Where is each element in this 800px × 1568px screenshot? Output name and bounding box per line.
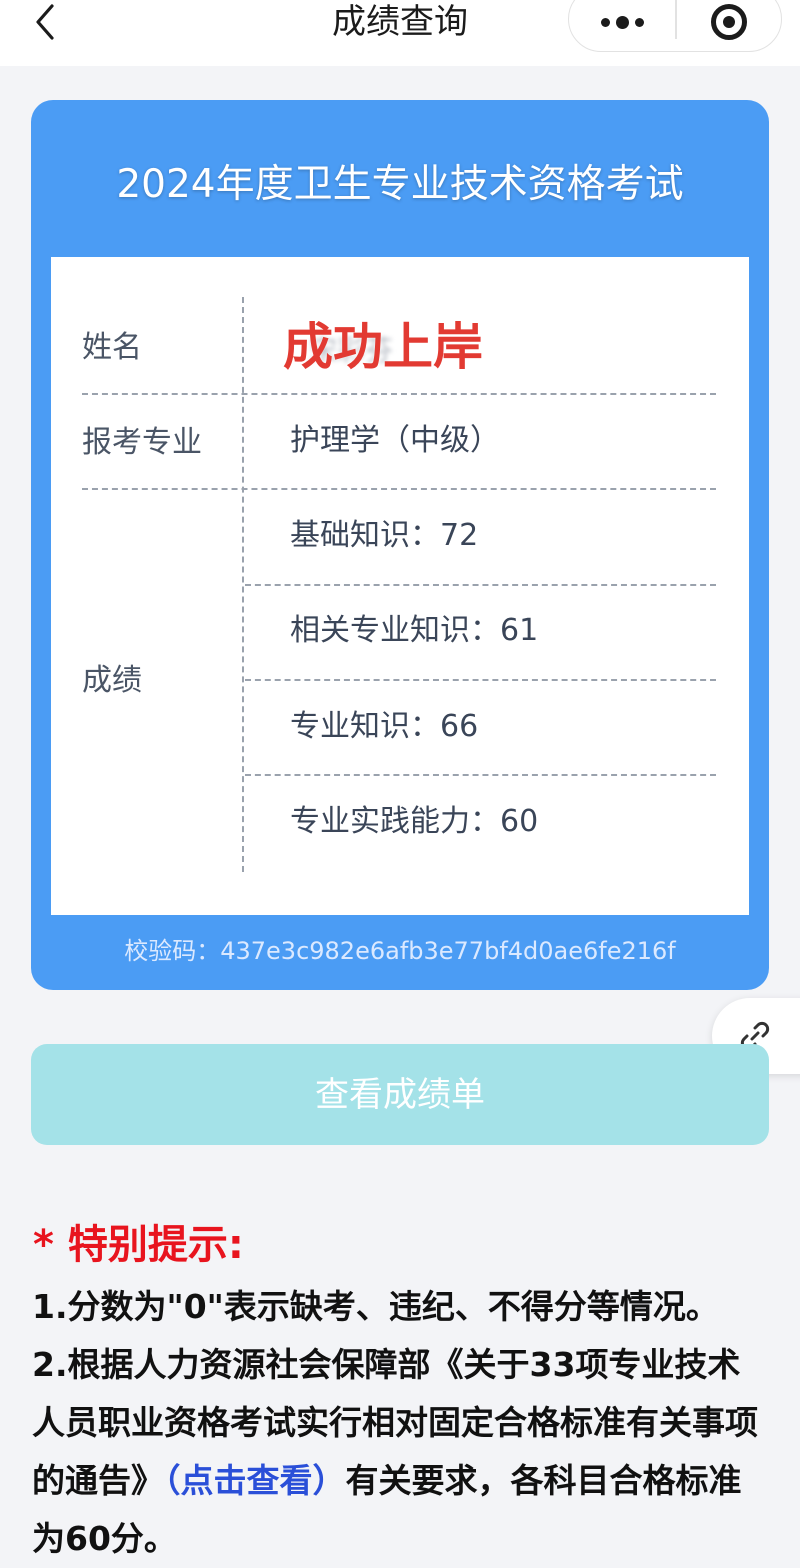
exam-title: 2024年度卫生专业技术资格考试 [116,162,684,207]
score-item: 专业知识：66 [290,709,479,744]
notice-body: 1.分数为"0"表示缺考、违纪、不得分等情况。 2.根据人力资源社会保障部《关于… [32,1278,762,1568]
row-divider [82,488,716,490]
column-divider [242,297,244,872]
checksum-text: 校验码：437e3c982e6afb3e77bf4d0ae6fe216f [124,937,676,965]
view-transcript-button[interactable]: 查看成绩单 [31,1044,769,1145]
major-label: 报考专业 [82,425,202,460]
score-item: 相关专业知识：61 [290,613,539,648]
target-close-icon [711,4,747,40]
row-divider [245,679,716,681]
notice-line-2: 2.根据人力资源社会保障部《关于33项专业技术人员职业资格考试实行相对固定合格标… [32,1336,762,1568]
score-item: 基础知识：72 [290,518,479,553]
notice-view-link[interactable]: （点击查看） [164,1461,346,1500]
row-divider [245,584,716,586]
major-value: 护理学（中级） [290,423,500,458]
score-table: 姓名 宋彩芬 成功上岸 报考专业 护理学（中级） 成绩 基础知识：72 相关专业… [51,257,749,915]
success-stamp: 成功上岸 [283,318,483,376]
score-item: 专业实践能力：60 [290,804,539,839]
row-divider [245,774,716,776]
more-button[interactable] [569,0,675,51]
name-label: 姓名 [82,330,142,365]
notice-line-1: 1.分数为"0"表示缺考、违纪、不得分等情况。 [32,1287,719,1326]
row-divider [82,393,716,395]
score-card: 2024年度卫生专业技术资格考试 姓名 宋彩芬 成功上岸 报考专业 护理学（中级… [31,100,769,990]
score-label: 成绩 [82,663,142,698]
top-nav-bar: 成绩查询 [0,0,800,66]
more-dots-icon [600,15,644,29]
close-button[interactable] [677,0,781,51]
notice-title: * 特别提示: [33,1222,244,1268]
mini-program-capsule [568,0,782,52]
